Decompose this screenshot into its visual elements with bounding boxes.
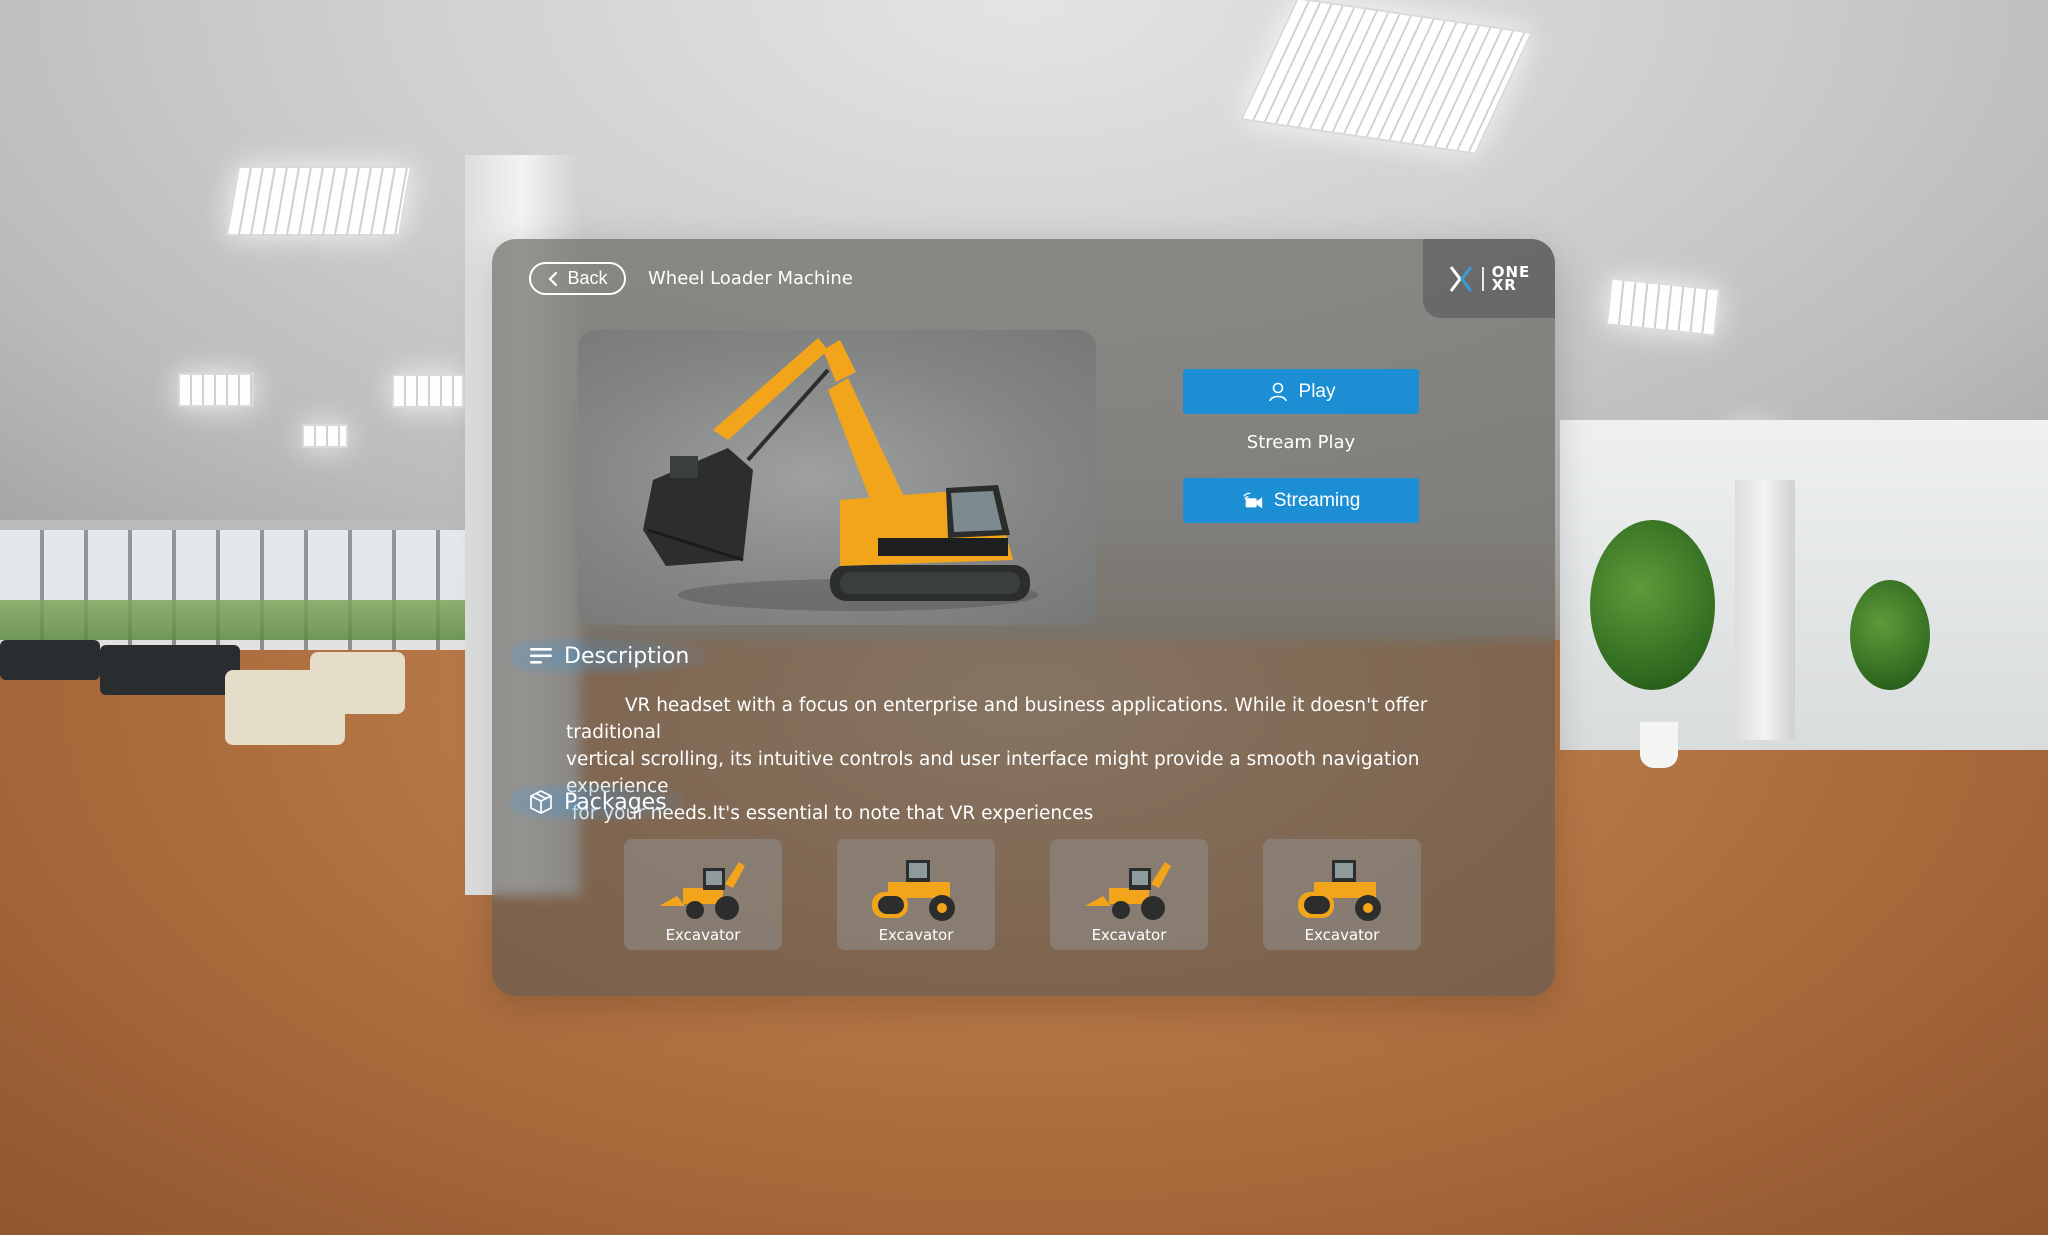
back-button[interactable]: Back (529, 262, 626, 295)
plant-pot (1640, 722, 1678, 768)
packages-list: Excavator Excavator Excavator Excavator (624, 839, 1421, 950)
description-text: VR headset with a focus on enterprise an… (566, 695, 1428, 824)
backhoe-loader-icon (659, 862, 745, 920)
ceiling-light (392, 374, 464, 408)
ceiling-light (178, 373, 254, 407)
play-label: Play (1298, 380, 1336, 402)
ceiling-light (302, 424, 348, 448)
sofa (100, 645, 240, 695)
page-title: Wheel Loader Machine (648, 268, 853, 289)
back-label: Back (567, 268, 608, 288)
package-card[interactable]: Excavator (837, 839, 995, 950)
road-roller-icon (1298, 860, 1381, 921)
video-camera-icon (1242, 492, 1262, 508)
streaming-button[interactable]: Streaming (1183, 478, 1419, 523)
excavator-image (643, 338, 1038, 611)
package-label: Excavator (1091, 926, 1167, 944)
onexr-logo-icon (1449, 265, 1472, 292)
user-icon (1268, 382, 1287, 401)
chevron-left-icon (548, 271, 558, 286)
plant (1850, 580, 1930, 690)
play-button[interactable]: Play (1183, 369, 1419, 414)
logo-wordmark: ONE XR (1492, 264, 1531, 292)
packages-heading-label: Packages (564, 789, 667, 815)
package-box-icon (530, 790, 552, 814)
brand-logo: ONE XR (1423, 239, 1555, 318)
stream-play-label: Stream Play (1246, 432, 1356, 453)
package-label: Excavator (1304, 926, 1380, 944)
ceiling-light (225, 166, 413, 236)
text-lines-icon (530, 648, 552, 664)
package-label: Excavator (665, 926, 741, 944)
description-heading: Description (510, 637, 708, 675)
package-card[interactable]: Excavator (1050, 839, 1208, 950)
package-card[interactable]: Excavator (624, 839, 782, 950)
plant (1590, 520, 1715, 690)
sofa (0, 640, 100, 680)
logo-divider (1481, 266, 1484, 291)
machine-preview-image (578, 330, 1096, 625)
description-heading-label: Description (564, 643, 690, 669)
road-roller-icon (872, 860, 955, 921)
streaming-label: Streaming (1273, 489, 1361, 511)
armchair (310, 652, 405, 714)
pillar (1735, 480, 1795, 740)
package-label: Excavator (878, 926, 954, 944)
machine-detail-panel: ONE XR Back Wheel Loader Machine Play St… (492, 239, 1555, 996)
package-card[interactable]: Excavator (1263, 839, 1421, 950)
packages-heading: Packages (510, 783, 685, 821)
backhoe-loader-icon (1085, 862, 1171, 920)
outdoor-grass (0, 600, 470, 640)
